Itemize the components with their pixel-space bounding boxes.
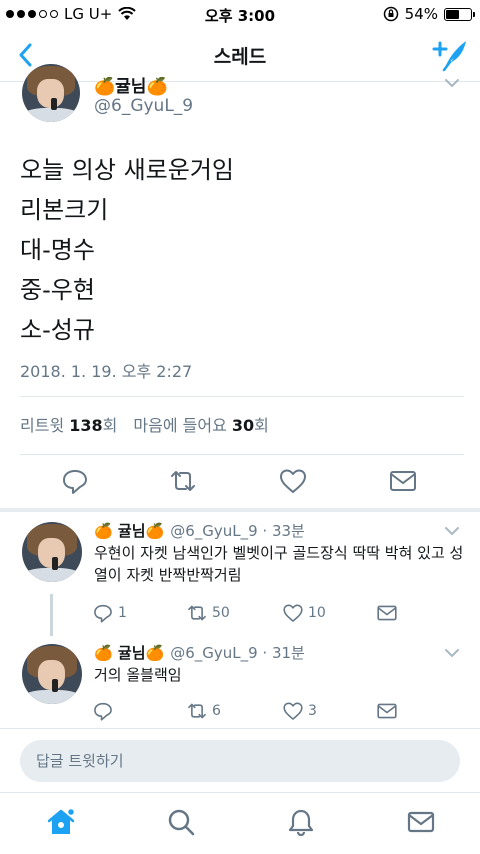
reply-actions: 1 50 10 (92, 602, 398, 624)
tab-bar (0, 792, 480, 854)
notifications-bell-icon[interactable] (286, 807, 316, 837)
rotation-lock-icon (383, 6, 398, 22)
direct-message-icon (377, 703, 397, 719)
direct-message-button[interactable] (376, 602, 398, 624)
tweet-line: 대-명수 (20, 236, 95, 264)
messages-icon[interactable] (406, 807, 436, 837)
retweet-count[interactable]: 리트윗 138회 (20, 412, 117, 436)
like-count: 10 (308, 605, 326, 621)
retweet-icon (188, 703, 206, 719)
tweet-timestamp: 2018. 1. 19. 오후 2:27 (20, 362, 193, 381)
chevron-down-icon[interactable] (444, 78, 460, 88)
like-count: 3 (308, 703, 317, 719)
reply-icon[interactable] (60, 466, 90, 496)
avatar[interactable] (22, 644, 82, 704)
reply-composer-bar: 답글 트윗하기 (0, 728, 480, 792)
thread-connector-line (50, 594, 53, 636)
direct-message-icon (377, 605, 397, 621)
reply-header: 🍊 귤님🍊 @6_GyuL_9 · 33분 (94, 520, 305, 541)
author-handle-and-time[interactable]: @6_GyuL_9 · 31분 (170, 642, 305, 663)
compose-tweet-icon[interactable] (430, 36, 470, 74)
reply-button[interactable]: 1 (92, 602, 186, 624)
divider (20, 454, 464, 455)
chevron-down-icon[interactable] (444, 526, 460, 536)
heart-icon[interactable] (278, 466, 308, 496)
retweet-icon (188, 605, 206, 621)
divider (20, 396, 464, 397)
battery-icon (444, 7, 475, 21)
tweet-line: 리본크기 (20, 196, 109, 224)
direct-message-button[interactable] (376, 700, 398, 722)
home-icon[interactable] (46, 807, 76, 837)
retweet-count: 6 (212, 703, 221, 719)
direct-message-icon[interactable] (388, 466, 418, 496)
tweet-stats: 리트윗 138회 마음에 들어요 30회 (20, 412, 269, 436)
like-button[interactable]: 3 (282, 700, 376, 722)
tweet-line: 소-성규 (20, 316, 95, 344)
author-handle[interactable]: @6_GyuL_9 (94, 96, 193, 116)
like-button[interactable]: 10 (282, 602, 376, 624)
tweet-line: 중-우현 (20, 276, 95, 304)
reply-tweet[interactable]: 🍊 귤님🍊 @6_GyuL_9 · 33분 우현이 자켓 남색인가 벨벳이구 골… (0, 512, 480, 628)
tweet-text: 오늘 의상 새로운거임 리본크기 대-명수 중-우현 소-성규 (20, 150, 234, 350)
author-name[interactable]: 🍊 귤님🍊 (94, 520, 164, 541)
page-title: 스레드 (213, 46, 267, 68)
search-icon[interactable] (166, 807, 196, 837)
retweet-icon[interactable] (168, 466, 198, 496)
author-handle-and-time[interactable]: @6_GyuL_9 · 33분 (170, 520, 305, 541)
reply-tweet[interactable]: 🍊 귤님🍊 @6_GyuL_9 · 31분 거의 올블랙임 6 3 (0, 636, 480, 728)
status-bar: LG U+ 오후 3:00 54% (0, 0, 480, 28)
heart-icon (283, 604, 303, 622)
avatar[interactable] (22, 522, 82, 582)
author-name[interactable]: 🍊귤님🍊 (94, 72, 168, 97)
reply-header: 🍊 귤님🍊 @6_GyuL_9 · 31분 (94, 642, 305, 663)
author-name[interactable]: 🍊 귤님🍊 (94, 642, 164, 663)
retweet-count: 50 (212, 605, 230, 621)
retweet-button[interactable]: 6 (186, 700, 282, 722)
reply-button[interactable] (92, 700, 186, 722)
reply-text: 거의 올블랙임 (94, 666, 182, 684)
chevron-down-icon[interactable] (444, 648, 460, 658)
heart-icon (283, 702, 303, 720)
reply-count: 1 (118, 605, 127, 621)
avatar[interactable] (22, 64, 80, 122)
main-tweet: 🍊귤님🍊 @6_GyuL_9 오늘 의상 새로운거임 리본크기 대-명수 중-우… (0, 64, 480, 508)
reply-icon (94, 604, 112, 623)
reply-icon (94, 702, 112, 721)
like-count[interactable]: 마음에 들어요 30회 (133, 412, 269, 436)
reply-text: 우현이 자켓 남색인가 벨벳이구 골드장식 딱딱 박혀 있고 성열이 자켓 반짝… (94, 544, 464, 584)
tweet-line: 오늘 의상 새로운거임 (20, 156, 234, 184)
retweet-button[interactable]: 50 (186, 602, 282, 624)
reply-actions: 6 3 (92, 700, 398, 722)
tweet-actions (0, 456, 480, 506)
reply-input[interactable]: 답글 트윗하기 (20, 740, 460, 782)
battery-percent: 54% (404, 5, 438, 23)
